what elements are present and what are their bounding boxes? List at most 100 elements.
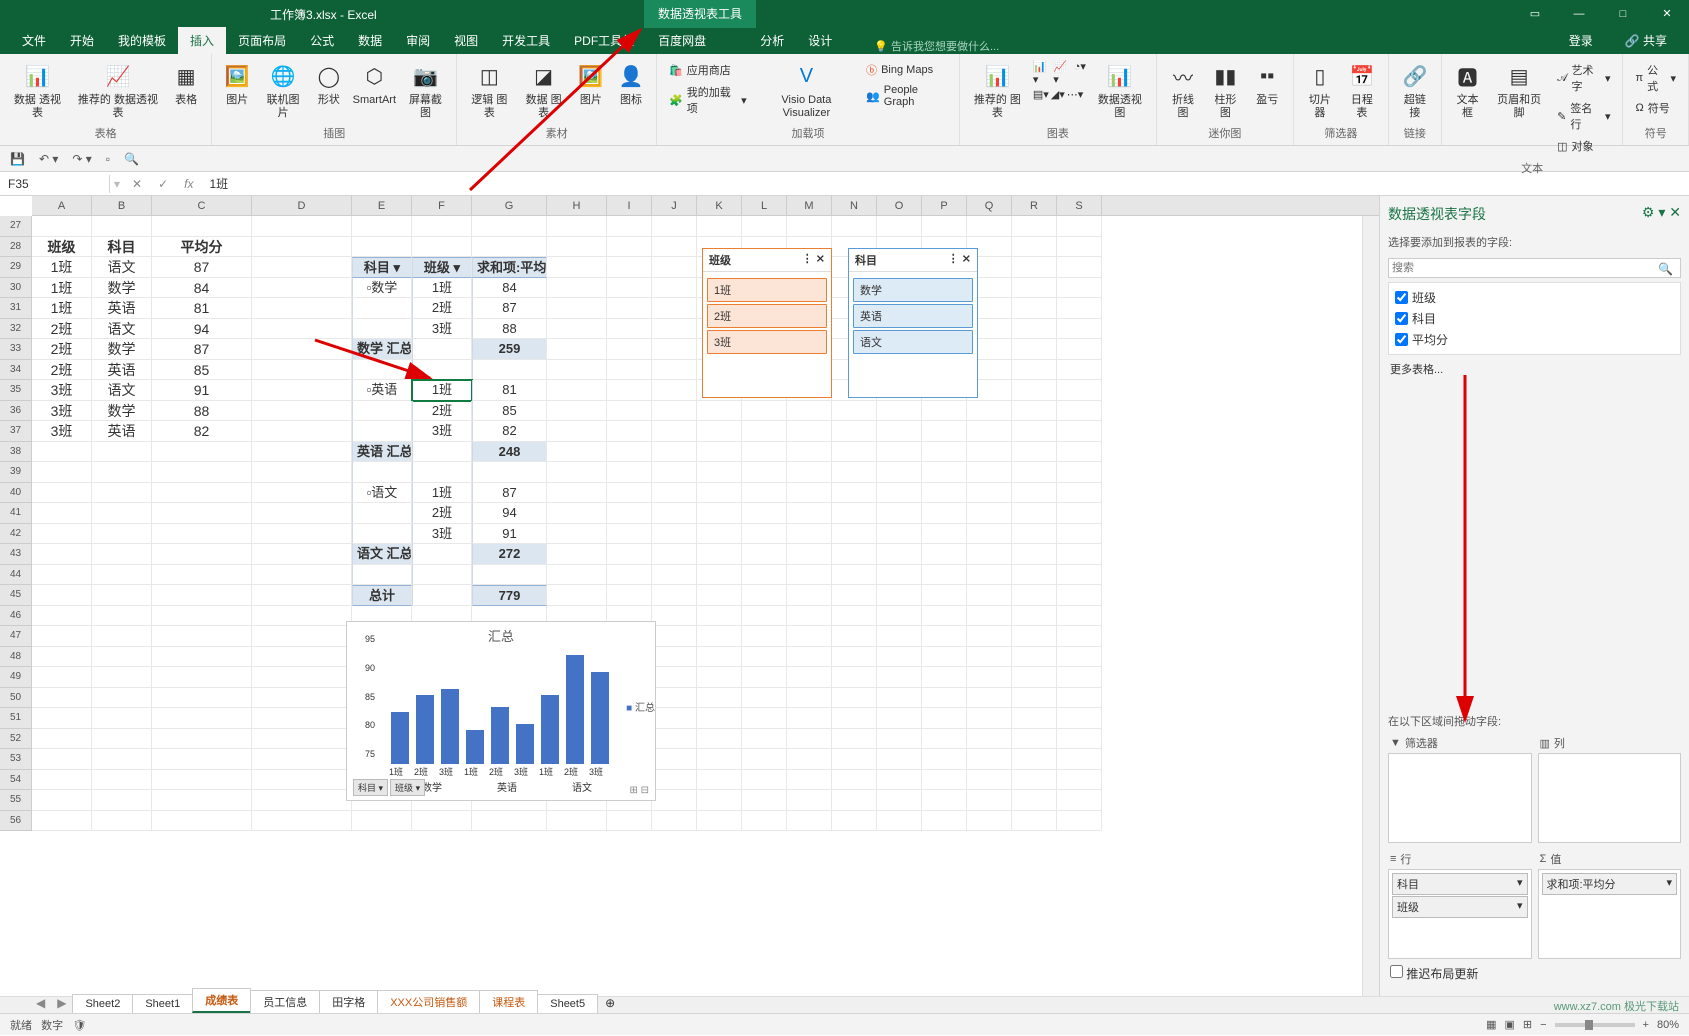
cell[interactable]: 英语 bbox=[92, 298, 152, 319]
cell[interactable]: 3班 bbox=[32, 380, 92, 401]
cell[interactable] bbox=[652, 790, 697, 811]
cell[interactable] bbox=[787, 585, 832, 606]
column-header[interactable]: B bbox=[92, 196, 152, 215]
cell[interactable] bbox=[547, 585, 607, 606]
cell[interactable] bbox=[922, 565, 967, 586]
column-header[interactable]: A bbox=[32, 196, 92, 215]
login-button[interactable]: 登录 bbox=[1557, 27, 1605, 54]
cell[interactable] bbox=[547, 298, 607, 319]
cell[interactable] bbox=[697, 401, 742, 422]
slicer-item[interactable]: 语文 bbox=[853, 330, 973, 354]
cell[interactable] bbox=[652, 483, 697, 504]
cell[interactable] bbox=[742, 421, 787, 442]
cell[interactable] bbox=[787, 565, 832, 586]
cell[interactable] bbox=[1012, 544, 1057, 565]
cell[interactable] bbox=[967, 606, 1012, 627]
cell[interactable]: 数学 bbox=[92, 339, 152, 360]
cell[interactable] bbox=[92, 647, 152, 668]
cell[interactable] bbox=[877, 606, 922, 627]
cell[interactable] bbox=[967, 626, 1012, 647]
cell[interactable] bbox=[697, 544, 742, 565]
sparkline-winloss-button[interactable]: ▪▪盈亏 bbox=[1248, 58, 1287, 109]
cell[interactable] bbox=[1012, 811, 1057, 832]
cell[interactable] bbox=[352, 401, 412, 422]
cell[interactable] bbox=[1012, 770, 1057, 791]
cell[interactable] bbox=[252, 503, 352, 524]
cell[interactable] bbox=[652, 401, 697, 422]
cell[interactable] bbox=[547, 278, 607, 299]
timeline-button[interactable]: 📅日程表 bbox=[1342, 58, 1382, 122]
cell[interactable] bbox=[152, 585, 252, 606]
tab-layout[interactable]: 页面布局 bbox=[226, 27, 298, 54]
cell[interactable] bbox=[252, 524, 352, 545]
cell[interactable] bbox=[922, 626, 967, 647]
row-header[interactable]: 52 bbox=[0, 729, 32, 750]
cell[interactable] bbox=[547, 421, 607, 442]
cell[interactable] bbox=[652, 770, 697, 791]
cell[interactable] bbox=[607, 298, 652, 319]
cell[interactable]: 94 bbox=[472, 503, 547, 524]
hyperlink-button[interactable]: 🔗超链接 bbox=[1395, 58, 1435, 122]
cell[interactable] bbox=[92, 688, 152, 709]
cell[interactable] bbox=[787, 749, 832, 770]
cell[interactable] bbox=[1057, 298, 1102, 319]
cell[interactable] bbox=[1057, 380, 1102, 401]
cell[interactable] bbox=[697, 421, 742, 442]
linechart-icon[interactable]: 📈▾ bbox=[1053, 60, 1071, 86]
cell[interactable] bbox=[832, 503, 877, 524]
cell[interactable] bbox=[1057, 339, 1102, 360]
cell[interactable] bbox=[412, 360, 472, 381]
store-button[interactable]: 🛍️应用商店 bbox=[665, 60, 751, 80]
cell[interactable] bbox=[832, 421, 877, 442]
cell[interactable]: 2班 bbox=[32, 339, 92, 360]
cell[interactable]: 82 bbox=[472, 421, 547, 442]
cell[interactable] bbox=[547, 360, 607, 381]
sheet-tab[interactable]: Sheet1 bbox=[132, 994, 193, 1013]
cell[interactable] bbox=[607, 565, 652, 586]
cell[interactable] bbox=[32, 483, 92, 504]
fx-icon[interactable]: fx bbox=[176, 177, 201, 191]
cell[interactable] bbox=[547, 462, 607, 483]
tab-developer[interactable]: 开发工具 bbox=[490, 27, 562, 54]
slicer-controls-icon[interactable]: ⋮ ⨯ bbox=[802, 252, 825, 268]
horizontal-scrollbar[interactable]: ◀▶Sheet2Sheet1成绩表员工信息田字格XXX公司销售额课程表Sheet… bbox=[0, 996, 1689, 1013]
tab-templates[interactable]: 我的模板 bbox=[106, 27, 178, 54]
column-header[interactable]: S bbox=[1057, 196, 1102, 215]
cell[interactable] bbox=[92, 585, 152, 606]
cell[interactable] bbox=[832, 565, 877, 586]
sheet-tab[interactable]: Sheet5 bbox=[537, 994, 598, 1013]
cell[interactable] bbox=[1012, 565, 1057, 586]
cell[interactable] bbox=[152, 749, 252, 770]
bing-maps-button[interactable]: ⓑBing Maps bbox=[862, 60, 951, 80]
cell[interactable]: 平均分 bbox=[152, 237, 252, 258]
cell[interactable] bbox=[547, 565, 607, 586]
cell[interactable] bbox=[832, 585, 877, 606]
cell[interactable] bbox=[787, 647, 832, 668]
cell[interactable]: 语文 bbox=[92, 257, 152, 278]
cell[interactable] bbox=[697, 626, 742, 647]
cell[interactable] bbox=[1012, 667, 1057, 688]
wordart-button[interactable]: 𝒜艺术字 ▾ bbox=[1553, 60, 1614, 96]
row-header[interactable]: 45 bbox=[0, 585, 32, 606]
chart-expand-icon[interactable]: ⊞ ⊟ bbox=[629, 785, 649, 796]
field-search-input[interactable] bbox=[1388, 258, 1681, 278]
cell[interactable] bbox=[967, 565, 1012, 586]
cell[interactable]: 94 bbox=[152, 319, 252, 340]
cell[interactable] bbox=[152, 216, 252, 237]
cell[interactable] bbox=[742, 565, 787, 586]
cell[interactable] bbox=[652, 237, 697, 258]
cell[interactable] bbox=[92, 606, 152, 627]
cell[interactable] bbox=[697, 729, 742, 750]
cell[interactable]: 87 bbox=[472, 298, 547, 319]
cell[interactable]: 91 bbox=[472, 524, 547, 545]
pivottable-tools-tab[interactable]: 数据透视表工具 bbox=[644, 0, 756, 28]
cell[interactable] bbox=[252, 278, 352, 299]
view-pagelayout-icon[interactable]: ▣ bbox=[1504, 1018, 1514, 1031]
cell[interactable] bbox=[877, 647, 922, 668]
cell[interactable] bbox=[877, 790, 922, 811]
cell[interactable] bbox=[252, 421, 352, 442]
cell[interactable] bbox=[412, 544, 472, 565]
cell[interactable] bbox=[697, 216, 742, 237]
cell[interactable] bbox=[742, 442, 787, 463]
cell[interactable] bbox=[922, 585, 967, 606]
